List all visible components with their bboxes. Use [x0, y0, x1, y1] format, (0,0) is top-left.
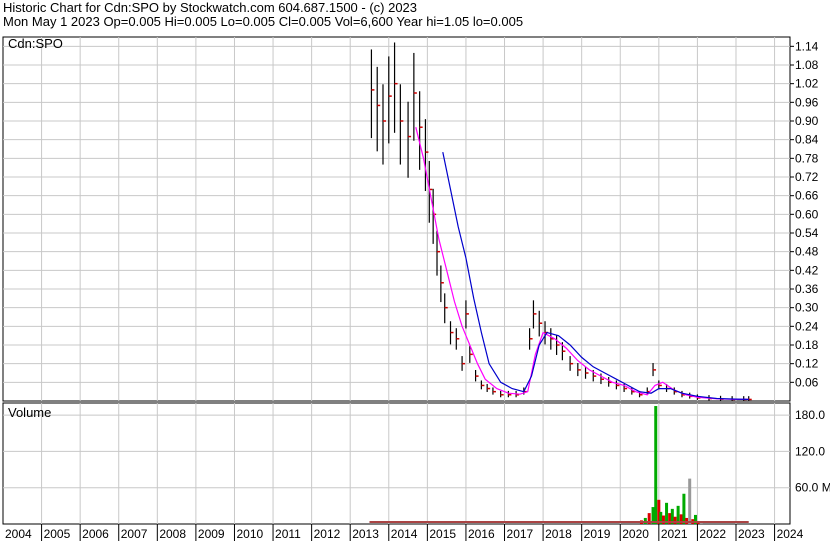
y-tick-label: 0.48 [795, 245, 819, 259]
x-tick-label: 2012 [314, 527, 341, 541]
y-tick-label: 1.02 [795, 77, 819, 91]
y-tick-label: 0.18 [795, 338, 819, 352]
x-tick-label: 2007 [121, 527, 148, 541]
price-panel-title: Cdn:SPO [8, 36, 63, 51]
volume-bar [665, 502, 669, 524]
x-tick-label: 2017 [507, 527, 534, 541]
x-tick-label: 2013 [352, 527, 379, 541]
x-tick-label: 2016 [468, 527, 495, 541]
y-tick-label: 0.84 [795, 133, 819, 147]
x-tick-label: 2022 [699, 527, 726, 541]
volume-bar [685, 517, 689, 524]
y-tick-label: 0.96 [795, 95, 819, 109]
x-tick-label: 2006 [82, 527, 109, 541]
y-tick-label: 0.24 [795, 319, 819, 333]
x-tick-label: 2020 [622, 527, 649, 541]
volume-tick-label: 120.0 [795, 444, 825, 458]
x-tick-label: 2005 [44, 527, 71, 541]
x-tick-label: 2004 [5, 527, 32, 541]
x-tick-label: 2021 [661, 527, 688, 541]
price-panel-frame [2, 36, 791, 402]
volume-tick-label: 180.0 [795, 408, 825, 422]
y-tick-label: 0.12 [795, 357, 819, 371]
volume-bar [682, 493, 686, 524]
volume-tick-label: 60.0 M [795, 481, 830, 495]
x-tick-label: 2009 [198, 527, 225, 541]
x-tick-label: 2011 [275, 527, 301, 541]
volume-panel-frame [2, 402, 791, 525]
x-tick-label: 2015 [429, 527, 456, 541]
x-tick-label: 2023 [738, 527, 765, 541]
y-tick-label: 0.66 [795, 189, 819, 203]
y-tick-label: 0.90 [795, 114, 819, 128]
x-tick-label: 2018 [545, 527, 572, 541]
historic-chart: 2004 2005 2006 2007 2008 2009 2010 2011 2012 2013… [2, 36, 830, 541]
y-tick-label: 0.54 [795, 226, 819, 240]
y-tick-label: 1.14 [795, 39, 819, 53]
y-tick-label: 0.72 [795, 170, 819, 184]
y-tick-label: 0.42 [795, 263, 819, 277]
y-tick-label: 0.36 [795, 282, 819, 296]
x-tick-label: 2024 [777, 527, 804, 541]
x-tick-label: 2008 [159, 527, 186, 541]
volume-panel-title: Volume [8, 405, 51, 420]
x-tick-label: 2014 [391, 527, 418, 541]
volume-bar [654, 406, 658, 524]
x-tick-label: 2010 [236, 527, 263, 541]
y-tick-label: 0.78 [795, 151, 819, 165]
y-tick-label: 0.06 [795, 375, 819, 389]
y-tick-label: 0.30 [795, 301, 819, 315]
volume-bar [688, 478, 692, 524]
y-tick-label: 0.60 [795, 207, 819, 221]
y-tick-label: 1.08 [795, 58, 819, 72]
volume-bar [643, 517, 647, 524]
x-tick-label: 2019 [584, 527, 611, 541]
